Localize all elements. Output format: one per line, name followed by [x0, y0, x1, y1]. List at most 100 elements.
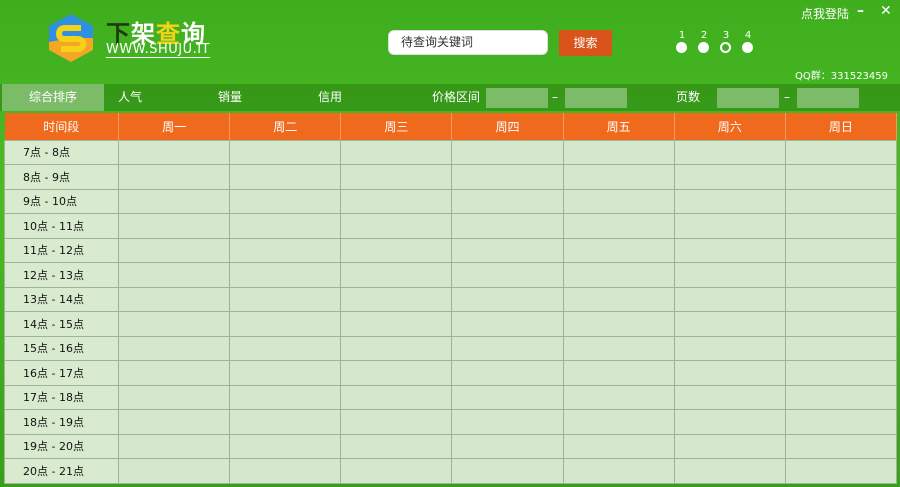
tab-overall[interactable]: 综合排序: [2, 84, 104, 111]
tab-credit[interactable]: 信用: [318, 84, 342, 111]
schedule-cell[interactable]: [117, 164, 231, 190]
schedule-cell[interactable]: [784, 360, 898, 386]
schedule-cell[interactable]: [229, 409, 342, 435]
schedule-cell[interactable]: [340, 433, 453, 459]
schedule-cell[interactable]: [784, 139, 898, 165]
schedule-cell[interactable]: [117, 384, 231, 410]
schedule-cell[interactable]: [451, 188, 564, 214]
schedule-cell[interactable]: [451, 262, 564, 288]
schedule-cell[interactable]: [673, 139, 786, 165]
schedule-cell[interactable]: [451, 458, 564, 484]
schedule-cell[interactable]: [673, 360, 786, 386]
schedule-cell[interactable]: [229, 262, 342, 288]
schedule-cell[interactable]: [117, 286, 231, 312]
search-input[interactable]: 待查询关键词: [388, 30, 548, 55]
close-button[interactable]: ✕: [880, 3, 892, 19]
schedule-cell[interactable]: [562, 458, 675, 484]
schedule-cell[interactable]: [340, 458, 453, 484]
schedule-cell[interactable]: [673, 311, 786, 337]
schedule-cell[interactable]: [340, 188, 453, 214]
schedule-cell[interactable]: [117, 213, 231, 239]
schedule-cell[interactable]: [340, 384, 453, 410]
schedule-cell[interactable]: [451, 237, 564, 263]
schedule-cell[interactable]: [340, 335, 453, 361]
schedule-cell[interactable]: [117, 409, 231, 435]
price-min-input[interactable]: [486, 88, 548, 108]
schedule-cell[interactable]: [451, 164, 564, 190]
schedule-cell[interactable]: [340, 164, 453, 190]
schedule-cell[interactable]: [784, 458, 898, 484]
schedule-cell[interactable]: [673, 458, 786, 484]
schedule-cell[interactable]: [340, 409, 453, 435]
schedule-cell[interactable]: [784, 384, 898, 410]
schedule-cell[interactable]: [784, 433, 898, 459]
step-4[interactable]: 4: [742, 30, 754, 53]
schedule-cell[interactable]: [673, 164, 786, 190]
schedule-cell[interactable]: [562, 409, 675, 435]
step-1[interactable]: 1: [676, 30, 688, 53]
schedule-cell[interactable]: [451, 433, 564, 459]
schedule-cell[interactable]: [784, 335, 898, 361]
schedule-cell[interactable]: [784, 311, 898, 337]
schedule-cell[interactable]: [229, 360, 342, 386]
schedule-cell[interactable]: [562, 286, 675, 312]
schedule-cell[interactable]: [673, 384, 786, 410]
schedule-cell[interactable]: [673, 213, 786, 239]
schedule-cell[interactable]: [117, 311, 231, 337]
schedule-cell[interactable]: [117, 433, 231, 459]
step-2[interactable]: 2: [698, 30, 710, 53]
schedule-cell[interactable]: [562, 360, 675, 386]
login-link[interactable]: 点我登陆: [801, 5, 849, 22]
schedule-cell[interactable]: [451, 384, 564, 410]
schedule-cell[interactable]: [562, 188, 675, 214]
schedule-cell[interactable]: [673, 433, 786, 459]
schedule-cell[interactable]: [784, 213, 898, 239]
schedule-cell[interactable]: [117, 262, 231, 288]
page-max-input[interactable]: [797, 88, 859, 108]
schedule-cell[interactable]: [229, 311, 342, 337]
schedule-cell[interactable]: [673, 286, 786, 312]
schedule-cell[interactable]: [451, 286, 564, 312]
schedule-cell[interactable]: [229, 139, 342, 165]
schedule-cell[interactable]: [673, 237, 786, 263]
schedule-cell[interactable]: [117, 188, 231, 214]
tab-sales[interactable]: 销量: [218, 84, 242, 111]
schedule-cell[interactable]: [451, 335, 564, 361]
schedule-cell[interactable]: [229, 164, 342, 190]
step-3[interactable]: 3: [720, 30, 732, 53]
schedule-cell[interactable]: [562, 262, 675, 288]
schedule-cell[interactable]: [340, 213, 453, 239]
schedule-cell[interactable]: [229, 458, 342, 484]
schedule-cell[interactable]: [229, 433, 342, 459]
page-min-input[interactable]: [717, 88, 779, 108]
schedule-cell[interactable]: [562, 433, 675, 459]
schedule-cell[interactable]: [673, 409, 786, 435]
schedule-cell[interactable]: [451, 139, 564, 165]
schedule-cell[interactable]: [229, 237, 342, 263]
schedule-cell[interactable]: [673, 188, 786, 214]
schedule-cell[interactable]: [673, 335, 786, 361]
schedule-cell[interactable]: [117, 458, 231, 484]
schedule-cell[interactable]: [229, 384, 342, 410]
schedule-cell[interactable]: [340, 360, 453, 386]
schedule-cell[interactable]: [562, 335, 675, 361]
minimize-button[interactable]: –: [857, 3, 864, 19]
schedule-cell[interactable]: [340, 311, 453, 337]
schedule-cell[interactable]: [340, 286, 453, 312]
schedule-cell[interactable]: [117, 139, 231, 165]
schedule-cell[interactable]: [451, 311, 564, 337]
schedule-cell[interactable]: [229, 213, 342, 239]
schedule-cell[interactable]: [340, 262, 453, 288]
schedule-cell[interactable]: [451, 409, 564, 435]
schedule-cell[interactable]: [340, 139, 453, 165]
price-max-input[interactable]: [565, 88, 627, 108]
schedule-cell[interactable]: [784, 286, 898, 312]
schedule-cell[interactable]: [562, 213, 675, 239]
schedule-cell[interactable]: [784, 237, 898, 263]
schedule-cell[interactable]: [117, 360, 231, 386]
schedule-cell[interactable]: [117, 237, 231, 263]
schedule-cell[interactable]: [562, 311, 675, 337]
schedule-cell[interactable]: [562, 164, 675, 190]
schedule-cell[interactable]: [229, 335, 342, 361]
schedule-cell[interactable]: [784, 188, 898, 214]
